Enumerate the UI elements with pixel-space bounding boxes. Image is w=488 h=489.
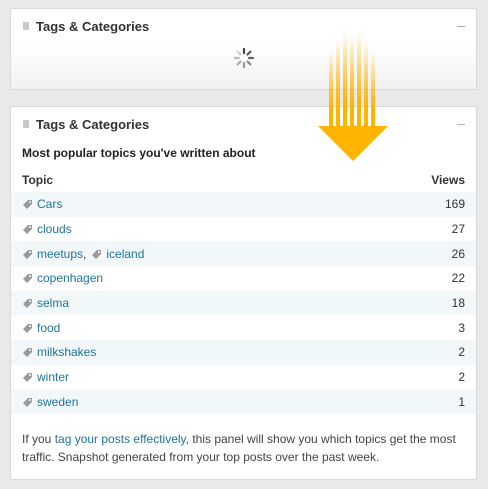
- topics-table: Cars 169 clouds 27 meetups, iceland 26 copenhag…: [11, 192, 476, 415]
- grip-icon[interactable]: [23, 22, 29, 30]
- views-count: 1: [458, 394, 465, 409]
- loading-panel-header[interactable]: Tags & Categories –: [11, 9, 476, 43]
- tag-icon: [23, 225, 32, 235]
- table-row: sweden 1: [11, 389, 476, 415]
- table-row: clouds 27: [11, 217, 476, 242]
- views-column-header: Views: [431, 173, 465, 187]
- panel-title: Tags & Categories: [36, 116, 150, 132]
- topic-separator: ,: [83, 246, 87, 261]
- tag-icon: [23, 397, 32, 407]
- tag-icon: [92, 249, 102, 259]
- views-count: 22: [451, 271, 465, 286]
- views-count: 2: [458, 345, 465, 360]
- views-count: 27: [451, 222, 465, 237]
- panel-header[interactable]: Tags & Categories –: [11, 107, 476, 141]
- table-row: meetups, iceland 26: [11, 241, 476, 267]
- views-count: 3: [458, 320, 465, 335]
- topic-cell: clouds: [22, 222, 72, 236]
- topic-cell: food: [22, 321, 60, 335]
- panel-subtitle: Most popular topics you've written about: [22, 146, 256, 160]
- table-header: Topic Views: [11, 171, 476, 189]
- topic-cell: meetups, iceland: [22, 247, 144, 261]
- panel-footer: If you tag your posts effectively, this …: [11, 414, 476, 466]
- topic-cell: copenhagen: [22, 271, 103, 285]
- topic-link[interactable]: clouds: [37, 222, 72, 236]
- tag-icon: [23, 249, 32, 259]
- table-row: copenhagen 22: [11, 266, 476, 291]
- views-count: 169: [444, 197, 465, 212]
- topic-link[interactable]: winter: [37, 370, 69, 384]
- loading-panel: Tags & Categories –: [10, 8, 477, 90]
- topic-link[interactable]: sweden: [37, 395, 78, 409]
- table-row: food 3: [11, 315, 476, 340]
- tag-icon: [23, 323, 32, 333]
- views-count: 2: [458, 370, 465, 385]
- loading-panel-title: Tags & Categories: [36, 18, 150, 34]
- collapse-icon[interactable]: –: [457, 116, 465, 130]
- tag-icon: [23, 299, 32, 309]
- topic-link[interactable]: food: [37, 321, 60, 335]
- topic-cell: sweden: [22, 395, 78, 409]
- loading-spinner-icon: [233, 47, 255, 69]
- table-row: milkshakes 2: [11, 340, 476, 365]
- collapse-icon[interactable]: –: [457, 18, 465, 32]
- tag-icon: [23, 274, 32, 284]
- views-count: 26: [451, 246, 465, 261]
- topic-link[interactable]: Cars: [37, 197, 62, 211]
- down-arrow-icon: [318, 30, 388, 161]
- topic-column-header: Topic: [22, 173, 54, 187]
- footer-prefix: If you: [22, 432, 55, 447]
- topic-link[interactable]: meetups: [37, 247, 83, 261]
- table-row: Cars 169: [11, 192, 476, 217]
- topic-cell: milkshakes: [22, 345, 96, 359]
- tag-icon: [23, 200, 32, 210]
- views-count: 18: [451, 296, 465, 311]
- topic-cell: selma: [22, 296, 69, 310]
- topic-link[interactable]: iceland: [106, 247, 144, 261]
- topic-cell: Cars: [22, 197, 62, 211]
- table-row: selma 18: [11, 290, 476, 316]
- tags-categories-panel: Tags & Categories – Most popular topics …: [10, 106, 477, 480]
- topic-link[interactable]: copenhagen: [37, 271, 103, 285]
- tag-posts-link[interactable]: tag your posts effectively: [55, 432, 186, 446]
- topic-link[interactable]: selma: [37, 296, 69, 310]
- tag-icon: [23, 348, 32, 358]
- table-row: winter 2: [11, 365, 476, 390]
- tag-icon: [23, 373, 32, 383]
- grip-icon[interactable]: [23, 120, 29, 128]
- topic-cell: winter: [22, 370, 69, 384]
- topic-link[interactable]: milkshakes: [37, 345, 96, 359]
